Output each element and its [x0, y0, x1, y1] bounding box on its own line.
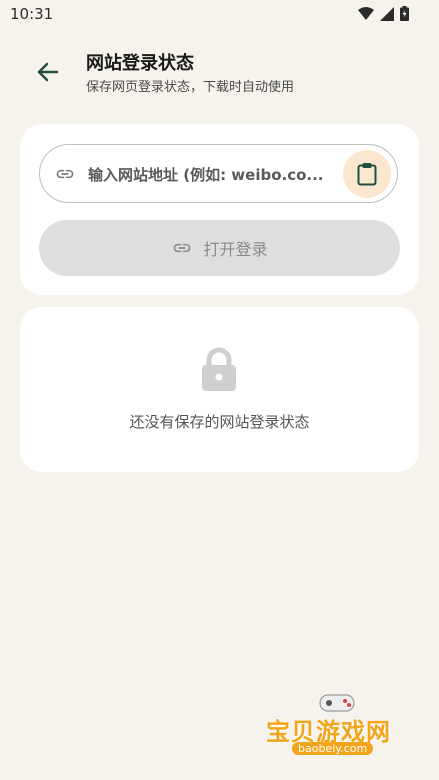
- watermark-url: baobeiy.com: [292, 742, 374, 755]
- open-login-button[interactable]: 打开登录: [39, 220, 400, 276]
- page-title: 网站登录状态: [86, 53, 194, 74]
- open-login-label: 打开登录: [203, 240, 268, 259]
- paste-button[interactable]: [343, 150, 391, 198]
- arrow-back-icon: [37, 62, 59, 82]
- back-button[interactable]: [28, 52, 68, 92]
- clipboard-icon: [357, 163, 377, 186]
- status-bar: 10:31: [0, 0, 439, 30]
- gamepad-icon: [319, 694, 355, 712]
- page-subtitle: 保存网页登录状态，下载时自动使用: [86, 80, 295, 95]
- wifi-icon: [358, 7, 374, 20]
- signal-icon: [380, 6, 394, 21]
- link-icon: [54, 164, 76, 188]
- battery-icon: [400, 6, 409, 21]
- login-card: 输入网站地址 (例如: weibo.co... 打开登录: [20, 124, 419, 295]
- url-input[interactable]: 输入网站地址 (例如: weibo.co...: [39, 144, 398, 203]
- status-icons: [358, 6, 409, 21]
- app-bar: 网站登录状态 保存网页登录状态，下载时自动使用: [0, 44, 439, 100]
- url-placeholder: 输入网站地址 (例如: weibo.co...: [88, 166, 324, 184]
- empty-state-card: 还没有保存的网站登录状态: [20, 307, 419, 472]
- watermark-logo: 宝贝游戏网 baobeiy.com: [262, 690, 412, 770]
- link-icon: [174, 243, 191, 253]
- lock-icon: [200, 347, 238, 397]
- status-time: 10:31: [10, 5, 54, 23]
- empty-state-message: 还没有保存的网站登录状态: [129, 413, 310, 431]
